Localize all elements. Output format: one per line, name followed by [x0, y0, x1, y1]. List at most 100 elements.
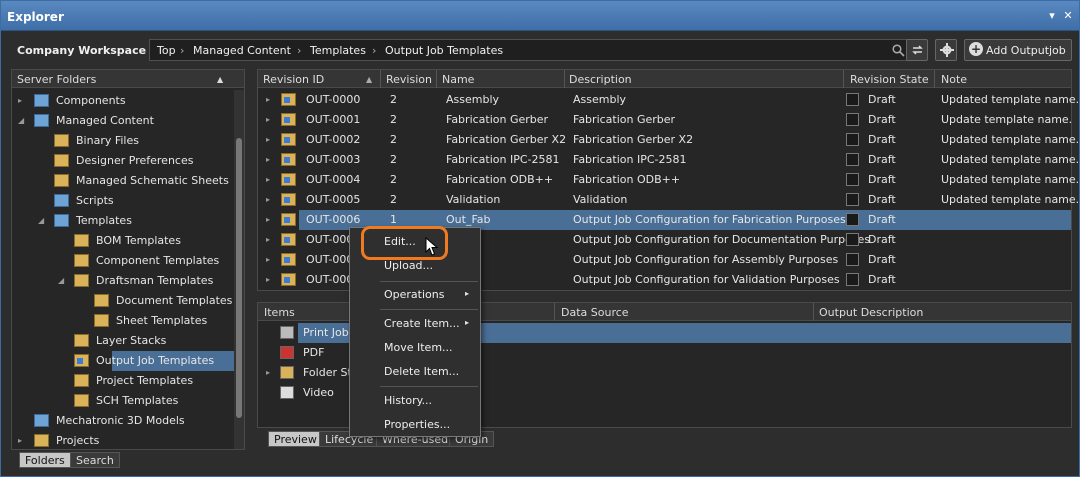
expand-arrow-icon[interactable]: ▸ — [266, 155, 270, 164]
state-checkbox[interactable] — [846, 93, 859, 106]
expand-arrow-icon[interactable]: ▸ — [266, 215, 270, 224]
folder-item[interactable]: Designer Preferences — [12, 151, 234, 171]
workspace-selector[interactable]: Company Workspace ▾ — [17, 44, 154, 57]
expand-arrow-icon[interactable]: ▸ — [266, 235, 270, 244]
tab-search[interactable]: Search — [70, 452, 120, 468]
breadcrumb-templates[interactable]: Templates — [310, 44, 366, 57]
tab-preview[interactable]: Preview — [268, 431, 323, 447]
menu-item-history[interactable]: History... — [350, 390, 480, 412]
search-icon[interactable] — [892, 44, 905, 57]
folder-item[interactable]: Mechatronic 3D Models — [12, 411, 234, 431]
expand-arrow-icon[interactable]: ▸ — [266, 255, 270, 264]
folder-item[interactable]: ▸ Projects — [12, 431, 234, 451]
menu-item-properties[interactable]: Properties... — [350, 414, 480, 436]
table-row[interactable]: ▸ OUT-0003 2 Fabrication IPC-2581 Fabricatio… — [258, 150, 1079, 170]
expand-arrow-icon[interactable]: ▸ — [266, 115, 270, 124]
folder-item[interactable]: Layer Stacks — [12, 331, 234, 351]
folder-item[interactable]: ◢ Managed Content — [12, 111, 234, 131]
menu-item-delete-item[interactable]: Delete Item... — [350, 361, 480, 383]
breadcrumb-separator: › — [297, 44, 302, 57]
expand-arrow-icon[interactable]: ▸ — [266, 195, 270, 204]
expand-arrow-icon[interactable]: ▸ — [18, 436, 28, 445]
folder-item[interactable]: ◢ Templates — [12, 211, 234, 231]
sort-up-icon[interactable]: ▲ — [217, 75, 223, 84]
folder-scrollbar[interactable] — [234, 90, 244, 449]
cell-name: Fabrication IPC-2581 — [446, 153, 560, 166]
state-checkbox[interactable] — [846, 173, 859, 186]
folder-item[interactable]: SCH Templates — [12, 391, 234, 411]
folder-item[interactable]: Managed Schematic Sheets — [12, 171, 234, 191]
folder-item[interactable]: Binary Files — [12, 131, 234, 151]
state-checkbox[interactable] — [846, 273, 859, 286]
collapse-arrow-icon[interactable]: ◢ — [18, 116, 28, 125]
folder-item[interactable]: BOM Templates — [12, 231, 234, 251]
breadcrumb-output-job-templates[interactable]: Output Job Templates — [385, 44, 503, 57]
menu-item-create-item[interactable]: Create Item... ▸ — [350, 313, 480, 335]
state-checkbox[interactable] — [846, 193, 859, 206]
expand-arrow-icon[interactable]: ▸ — [266, 175, 270, 184]
breadcrumb-managed-content[interactable]: Managed Content — [193, 44, 291, 57]
column-note[interactable]: Note — [941, 73, 967, 86]
state-checkbox[interactable] — [846, 253, 859, 266]
table-row[interactable]: ▸ OUT-0005 2 Validation Validation Draft Updat… — [258, 190, 1079, 210]
folder-icon — [74, 354, 89, 367]
expand-arrow-icon[interactable]: ▸ — [266, 368, 270, 377]
folder-item[interactable]: ◢ Draftsman Templates — [12, 271, 234, 291]
state-checkbox[interactable] — [846, 153, 859, 166]
column-output-description[interactable]: Output Description — [819, 306, 923, 319]
menu-item-move-item[interactable]: Move Item... — [350, 337, 480, 359]
folder-item[interactable]: Sheet Templates — [12, 311, 234, 331]
expand-arrow-icon[interactable]: ▸ — [18, 96, 28, 105]
table-row[interactable]: ▸ OUT-0001 2 Fabrication Gerber Fabrication … — [258, 110, 1072, 130]
column-revision-state[interactable]: Revision State — [850, 73, 929, 86]
cell-revision: 2 — [390, 193, 397, 206]
refresh-button[interactable] — [906, 39, 928, 61]
column-name[interactable]: Name — [442, 73, 474, 86]
expand-arrow-icon[interactable]: ▸ — [266, 135, 270, 144]
collapse-arrow-icon[interactable]: ◢ — [38, 216, 48, 225]
table-row[interactable]: ▸ OUT-0002 2 Fabrication Gerber X2 Fabricati… — [258, 130, 1079, 150]
menu-item-operations[interactable]: Operations ▸ — [350, 284, 480, 306]
table-row[interactable]: ▸ OUT-0004 2 Fabrication ODB++ Fabrication O… — [258, 170, 1079, 190]
folder-icon — [74, 274, 89, 287]
state-checkbox[interactable] — [846, 213, 859, 226]
table-row[interactable]: ▸ OUT-0000 2 Assembly Assembly Draft Updated t… — [258, 90, 1079, 110]
cell-note: Updated template name. — [941, 173, 1080, 186]
item-label: PDF — [303, 346, 325, 359]
column-revision[interactable]: Revision — [386, 73, 432, 86]
expand-arrow-icon[interactable]: ▸ — [266, 275, 270, 284]
tab-folders[interactable]: Folders — [19, 452, 71, 468]
state-checkbox[interactable] — [846, 113, 859, 126]
folder-item[interactable]: Component Templates — [12, 251, 234, 271]
cell-name: Fabrication ODB++ — [446, 173, 554, 186]
folder-item[interactable]: Project Templates — [12, 371, 234, 391]
breadcrumb[interactable]: Top › Managed Content › Templates › Outp… — [149, 39, 912, 61]
column-revision-id[interactable]: Revision ID — [263, 73, 324, 86]
collapse-arrow-icon[interactable]: ◢ — [58, 276, 68, 285]
close-icon[interactable]: ✕ — [1061, 9, 1075, 22]
breadcrumb-top[interactable]: Top — [157, 44, 176, 57]
settings-button[interactable] — [935, 39, 957, 61]
column-description[interactable]: Description — [569, 73, 632, 86]
folder-item-label: Managed Content — [56, 114, 154, 127]
pin-icon[interactable]: ▾ — [1045, 9, 1059, 22]
cell-revision-state: Draft — [868, 273, 896, 286]
outputjob-icon — [281, 253, 296, 266]
folder-item[interactable]: Document Templates — [12, 291, 234, 311]
folder-item[interactable]: Output Job Templates — [74, 351, 234, 371]
column-items[interactable]: Items — [264, 306, 295, 319]
cell-description: Fabrication Gerber — [573, 113, 676, 126]
folder-item[interactable]: Scripts — [12, 191, 234, 211]
cell-revision-id: OUT-000 — [306, 253, 354, 266]
menu-item-label: History... — [384, 394, 433, 407]
state-checkbox[interactable] — [846, 133, 859, 146]
printer-icon — [280, 326, 294, 339]
state-checkbox[interactable] — [846, 233, 859, 246]
folder-icon — [74, 334, 89, 347]
scrollbar-thumb[interactable] — [236, 138, 242, 418]
expand-arrow-icon[interactable]: ▸ — [266, 95, 270, 104]
column-data-source[interactable]: Data Source — [561, 306, 629, 319]
folder-item[interactable]: ▸ Components — [12, 91, 234, 111]
add-outputjob-button[interactable]: + Add Outputjob — [964, 39, 1072, 61]
cell-revision-state: Draft — [868, 113, 896, 126]
